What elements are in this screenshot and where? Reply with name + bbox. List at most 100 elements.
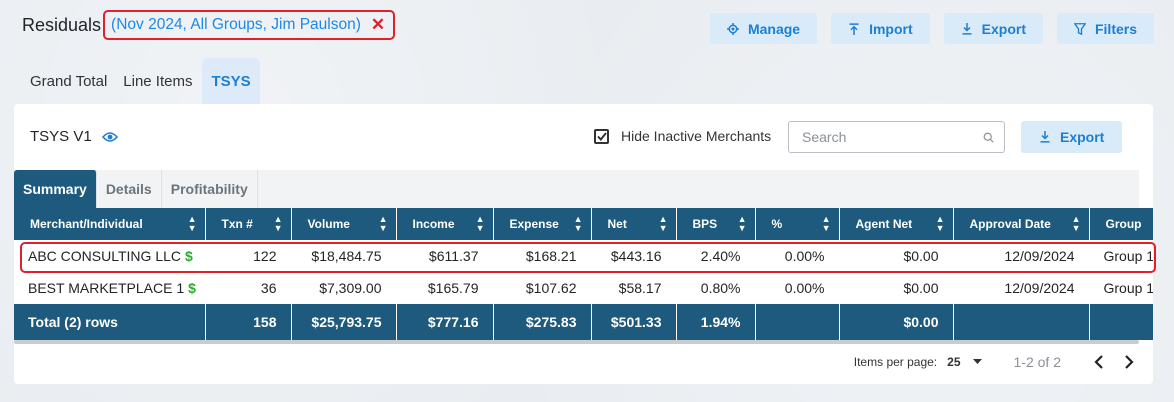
table-total-row: Total (2) rows 158 $25,793.75 $777.16 $2… [14, 304, 1153, 340]
eye-icon[interactable] [101, 131, 118, 143]
tab-grand-total[interactable]: Grand Total [22, 58, 115, 104]
chevron-right-icon [1125, 355, 1134, 369]
col-header-volume[interactable]: Volume ▲ ▼ [291, 208, 397, 240]
table-row[interactable]: BEST MARKETPLACE 1 $ 36 $7,309.00 $165.79… [14, 272, 1153, 304]
cell-income: $165.79 [396, 272, 494, 304]
checkmark-icon [596, 131, 607, 141]
download-icon [962, 22, 972, 35]
hide-inactive-toggle[interactable]: Hide Inactive Merchants [594, 128, 771, 144]
col-header-merchant[interactable]: Merchant/Individual ▲ ▼ [14, 208, 206, 240]
sort-icon: ▲ ▼ [658, 214, 668, 233]
total-txn: 158 [205, 304, 292, 340]
filter-summary-text[interactable]: (Nov 2024, All Groups, Jim Paulson) [111, 16, 361, 34]
search-icon [983, 132, 994, 143]
manage-button-label: Manage [747, 20, 801, 37]
subtab-summary[interactable]: Summary [14, 170, 97, 208]
tab-tsys[interactable]: TSYS [202, 58, 260, 104]
download-icon [1040, 131, 1050, 143]
cell-merchant[interactable]: ABC CONSULTING LLC $ [14, 240, 206, 272]
cell-merchant[interactable]: BEST MARKETPLACE 1 $ [14, 272, 206, 304]
col-header-percent[interactable]: % ▲ ▼ [755, 208, 840, 240]
items-per-page-label: Items per page: [853, 355, 938, 369]
sort-icon: ▲ ▼ [378, 214, 388, 233]
card-title: TSYS V1 [30, 128, 92, 145]
tab-line-items[interactable]: Line Items [115, 58, 200, 104]
import-button[interactable]: Import [831, 13, 930, 44]
total-group [1089, 304, 1153, 340]
table-row[interactable]: ABC CONSULTING LLC $ 122 $18,484.75 $611.… [14, 240, 1153, 272]
cell-expense: $107.62 [493, 272, 592, 304]
cell-group: Group 1 [1089, 240, 1153, 272]
subtab-details[interactable]: Details [97, 170, 162, 208]
filter-funnel-icon [1073, 22, 1086, 35]
cell-agent-net: $0.00 [839, 272, 954, 304]
cell-volume: $7,309.00 [291, 272, 397, 304]
col-header-expense[interactable]: Expense ▲ ▼ [493, 208, 592, 240]
total-income: $777.16 [396, 304, 494, 340]
total-expense: $275.83 [493, 304, 592, 340]
page-title: Residuals [22, 14, 102, 35]
card-header: TSYS V1 [30, 128, 118, 145]
col-header-net[interactable]: Net ▲ ▼ [591, 208, 677, 240]
cell-group: Group 1 [1089, 272, 1153, 304]
dollar-icon[interactable]: $ [185, 248, 193, 264]
col-header-txn[interactable]: Txn # ▲ ▼ [205, 208, 292, 240]
cell-income: $611.37 [396, 240, 494, 272]
residuals-table: Merchant/Individual ▲ ▼ Txn # ▲ ▼ Volume ▲ ▼ I… [14, 208, 1153, 344]
import-button-label: Import [869, 20, 913, 37]
cell-volume: $18,484.75 [291, 240, 397, 272]
title-row: Residuals (Nov 2024, All Groups, Jim Pau… [22, 10, 396, 40]
top-actions: Manage Import Export Filters [709, 13, 1154, 44]
cell-net: $58.17 [591, 272, 677, 304]
hide-inactive-label: Hide Inactive Merchants [621, 128, 772, 144]
next-page-button[interactable] [1119, 355, 1139, 369]
sort-icon: ▲ ▼ [821, 214, 831, 233]
items-per-page-value: 25 [947, 355, 961, 369]
cell-percent: 0.00% [755, 272, 840, 304]
hide-inactive-checkbox[interactable] [594, 128, 609, 144]
manage-button[interactable]: Manage [709, 13, 818, 44]
previous-page-button[interactable] [1089, 355, 1109, 369]
export-button-top[interactable]: Export [943, 13, 1043, 44]
sort-icon: ▲ ▼ [1071, 214, 1081, 233]
tsys-card: TSYS V1 Hide Inactive Merchants Export S… [14, 104, 1156, 384]
caret-down-icon [972, 359, 982, 364]
sort-icon: ▲ ▼ [273, 214, 283, 233]
subtab-profitability[interactable]: Profitability [162, 170, 258, 208]
cell-bps: 0.80% [676, 272, 756, 304]
items-per-page-select[interactable]: 25 [947, 355, 982, 369]
col-header-bps[interactable]: BPS ▲ ▼ [676, 208, 756, 240]
search-field[interactable] [788, 121, 1005, 153]
cell-percent: 0.00% [755, 240, 840, 272]
filters-button-label: Filters [1094, 20, 1137, 37]
col-header-income[interactable]: Income ▲ ▼ [396, 208, 494, 240]
page-range: 1-2 of 2 [1013, 354, 1061, 370]
dollar-icon[interactable]: $ [188, 280, 196, 296]
col-header-group[interactable]: Group▲▼ [1089, 208, 1153, 240]
cell-txn: 122 [205, 240, 292, 272]
cell-bps: 2.40% [676, 240, 756, 272]
card-export-button[interactable]: Export [1021, 121, 1123, 153]
total-bps: 1.94% [676, 304, 756, 340]
col-header-approval-date[interactable]: Approval Date ▲ ▼ [953, 208, 1090, 240]
sort-icon: ▲ ▼ [573, 214, 583, 233]
active-filter-chip[interactable]: (Nov 2024, All Groups, Jim Paulson) ✕ [103, 10, 396, 40]
clear-filter-close-icon[interactable]: ✕ [371, 16, 385, 33]
cell-net: $443.16 [591, 240, 677, 272]
total-volume: $25,793.75 [291, 304, 397, 340]
filters-button[interactable]: Filters [1056, 13, 1154, 44]
cell-agent-net: $0.00 [839, 240, 954, 272]
horizontal-scrollbar[interactable] [14, 340, 1139, 344]
sort-icon: ▲ ▼ [475, 214, 485, 233]
cell-approval-date: 12/09/2024 [953, 272, 1090, 304]
sort-icon: ▲ ▼ [737, 214, 747, 233]
export-button-top-label: Export [981, 20, 1026, 37]
search-input[interactable] [802, 129, 983, 145]
total-net: $501.33 [591, 304, 677, 340]
col-header-agent-net[interactable]: Agent Net ▲ ▼ [839, 208, 954, 240]
cell-expense: $168.21 [493, 240, 592, 272]
total-agent-net: $0.00 [839, 304, 954, 340]
total-percent [755, 304, 840, 340]
chevron-left-icon [1094, 355, 1103, 369]
cell-txn: 36 [205, 272, 292, 304]
